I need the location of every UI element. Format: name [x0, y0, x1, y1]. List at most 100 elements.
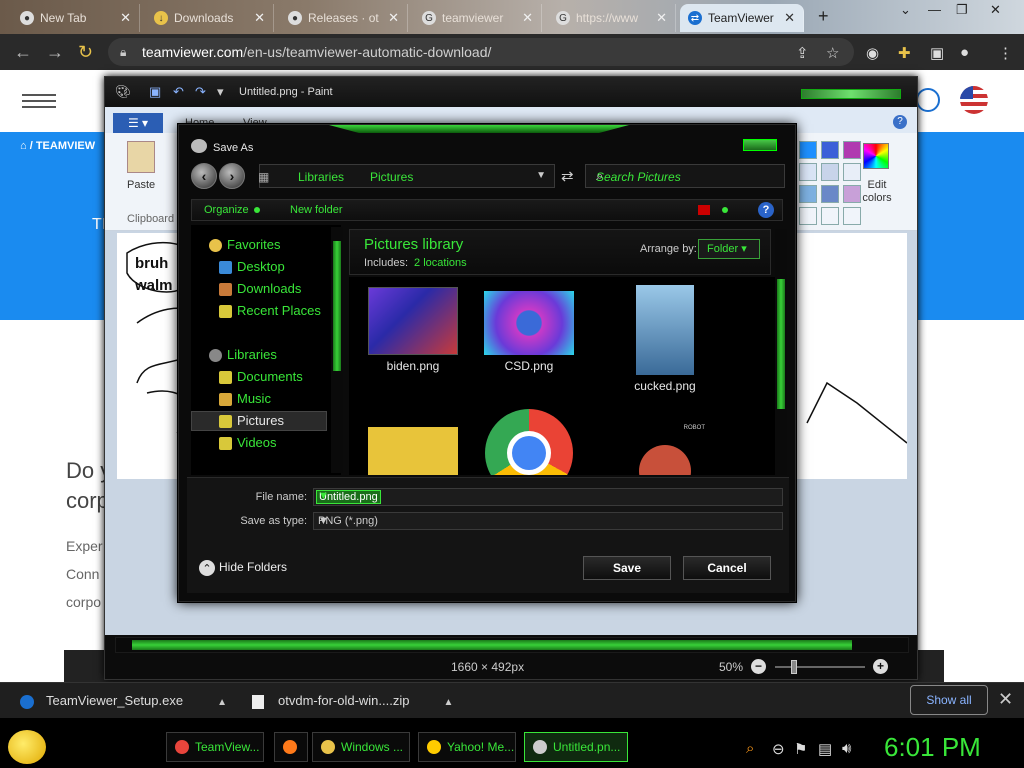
- forward-icon[interactable]: ›: [219, 163, 245, 189]
- close-icon[interactable]: ✕: [254, 10, 265, 26]
- color-swatch[interactable]: [821, 207, 839, 225]
- tray-minus-icon[interactable]: ⊖: [772, 740, 785, 758]
- hamburger-icon[interactable]: [22, 94, 56, 108]
- taskbar-item[interactable]: Untitled.pn...: [524, 732, 628, 762]
- reload-icon[interactable]: ↻: [78, 42, 93, 63]
- help-icon[interactable]: ?: [893, 115, 907, 129]
- nav-item-desktop[interactable]: Desktop: [237, 259, 285, 274]
- forward-icon[interactable]: →: [46, 42, 64, 63]
- tab-teamviewer[interactable]: ⇄ TeamViewer ✕: [680, 4, 804, 32]
- download-item[interactable]: TeamViewer_Setup.exe ▲: [20, 693, 227, 709]
- close-icon[interactable]: ✕: [388, 10, 399, 26]
- color-swatch[interactable]: [799, 163, 817, 181]
- back-icon[interactable]: ←: [14, 42, 32, 63]
- color-swatch[interactable]: [843, 141, 861, 159]
- breadcrumb[interactable]: ⌂ / TEAMVIEW: [20, 140, 95, 152]
- help-icon[interactable]: ?: [758, 202, 774, 218]
- nav-item-music[interactable]: Music: [237, 391, 271, 406]
- close-icon[interactable]: ✕: [656, 10, 667, 26]
- dialog-close-button[interactable]: [743, 139, 777, 151]
- color-swatch[interactable]: [821, 163, 839, 181]
- puzzle-icon[interactable]: ✚: [898, 44, 911, 62]
- nav-item-libraries[interactable]: Libraries: [227, 347, 277, 362]
- scrollbar-thumb[interactable]: [777, 279, 785, 409]
- nav-item-recent-places[interactable]: Recent Places: [237, 303, 321, 318]
- download-item[interactable]: otvdm-for-old-win....zip ▲: [252, 693, 453, 709]
- file-item[interactable]: biden.png: [363, 287, 463, 373]
- dialog-address-bar[interactable]: ▦ Libraries Pictures ▼: [258, 164, 555, 188]
- share-icon[interactable]: ⇪: [796, 44, 809, 62]
- color-swatch[interactable]: [843, 207, 861, 225]
- organize-button[interactable]: Organize: [204, 204, 249, 216]
- sidepanel-icon[interactable]: ▣: [930, 44, 944, 62]
- nav-item-favorites[interactable]: Favorites: [227, 237, 280, 252]
- paint-titlebar[interactable]: 🎨︎ ▣ ↶ ↷ ▾ Untitled.png - Paint: [105, 77, 917, 107]
- color-swatch[interactable]: [843, 163, 861, 181]
- close-window-icon[interactable]: ✕: [990, 2, 1001, 18]
- color-swatch[interactable]: [821, 185, 839, 203]
- action-center-flag-icon[interactable]: ⚑: [794, 740, 807, 758]
- file-item[interactable]: [479, 409, 579, 475]
- quick-access-dropdown-icon[interactable]: ▾: [217, 84, 224, 100]
- tab-new-tab[interactable]: ● New Tab ✕: [12, 4, 140, 32]
- redo-icon[interactable]: ↷: [195, 84, 206, 100]
- chevron-down-icon[interactable]: ▼: [536, 170, 546, 181]
- bookmark-star-icon[interactable]: ☆: [826, 44, 839, 62]
- tab-downloads[interactable]: ↓ Downloads ✕: [146, 4, 274, 32]
- tab-google-teamviewer[interactable]: G teamviewer ✕: [414, 4, 542, 32]
- file-item[interactable]: cucked.png: [615, 285, 715, 393]
- zoom-slider-handle[interactable]: [791, 660, 797, 674]
- view-icon[interactable]: [698, 205, 710, 215]
- back-icon[interactable]: ‹: [191, 163, 217, 189]
- file-item[interactable]: [363, 427, 463, 475]
- hide-folders-button[interactable]: Hide Folders: [199, 560, 287, 576]
- edit-colors-button[interactable]: Edit colors: [861, 179, 893, 205]
- start-button-icon[interactable]: [8, 730, 46, 764]
- zoom-slider[interactable]: [775, 666, 865, 668]
- taskbar-item[interactable]: [274, 732, 308, 762]
- breadcrumb-libraries[interactable]: Libraries: [298, 170, 344, 184]
- zoom-in-icon[interactable]: +: [873, 659, 888, 674]
- breadcrumb-pictures[interactable]: Pictures: [370, 170, 413, 184]
- nav-pane-scrollbar[interactable]: [331, 227, 343, 473]
- zoom-out-icon[interactable]: −: [751, 659, 766, 674]
- taskbar-item[interactable]: Yahoo! Me...: [418, 732, 516, 762]
- color-swatch[interactable]: [799, 141, 817, 159]
- account-icon[interactable]: [916, 88, 940, 112]
- color-swatch[interactable]: [799, 185, 817, 203]
- close-icon[interactable]: ✕: [120, 10, 131, 26]
- tab-google-url[interactable]: G https://www ✕: [548, 4, 676, 32]
- file-item[interactable]: ROBOT: [615, 425, 715, 475]
- show-all-button[interactable]: Show all: [910, 685, 988, 715]
- nav-item-pictures[interactable]: Pictures: [237, 413, 284, 428]
- arrange-by-dropdown[interactable]: Folder ▾: [698, 239, 760, 259]
- color-swatch[interactable]: [799, 207, 817, 225]
- chevron-up-icon[interactable]: ▲: [443, 697, 453, 708]
- edit-colors-icon[interactable]: [863, 143, 889, 169]
- nav-item-downloads[interactable]: Downloads: [237, 281, 301, 296]
- breadcrumb-item[interactable]: TEAMVIEW: [36, 140, 95, 152]
- menu-kebab-icon[interactable]: ⋮: [998, 44, 1013, 62]
- clock[interactable]: 6:01 PM: [884, 732, 981, 763]
- nav-item-documents[interactable]: Documents: [237, 369, 303, 384]
- color-swatch[interactable]: [843, 185, 861, 203]
- search-icon[interactable]: ⌕: [746, 740, 754, 757]
- canvas-horizontal-scrollbar[interactable]: [115, 637, 909, 653]
- us-flag-icon[interactable]: [960, 86, 988, 114]
- file-item[interactable]: CSD.png: [479, 287, 579, 373]
- chevron-down-icon[interactable]: ▼: [316, 490, 779, 502]
- restore-icon[interactable]: ❐: [956, 2, 968, 18]
- volume-icon[interactable]: 🔊︎: [842, 740, 851, 757]
- taskbar-item[interactable]: TeamView...: [166, 732, 264, 762]
- close-icon[interactable]: ✕: [522, 10, 533, 26]
- extension-flag-icon[interactable]: ◉: [866, 44, 879, 62]
- profile-icon[interactable]: ●: [960, 44, 969, 61]
- cancel-button[interactable]: Cancel: [683, 556, 771, 580]
- taskbar-item[interactable]: Windows ...: [312, 732, 410, 762]
- color-swatch[interactable]: [821, 141, 839, 159]
- refresh-icon[interactable]: ⇄: [561, 167, 574, 185]
- tab-search-icon[interactable]: ⌄: [900, 2, 911, 18]
- paint-file-menu-button[interactable]: ☰ ▾: [113, 113, 163, 133]
- undo-icon[interactable]: ↶: [173, 84, 184, 100]
- save-as-type-select[interactable]: PNG (*.png) ▼: [313, 512, 783, 530]
